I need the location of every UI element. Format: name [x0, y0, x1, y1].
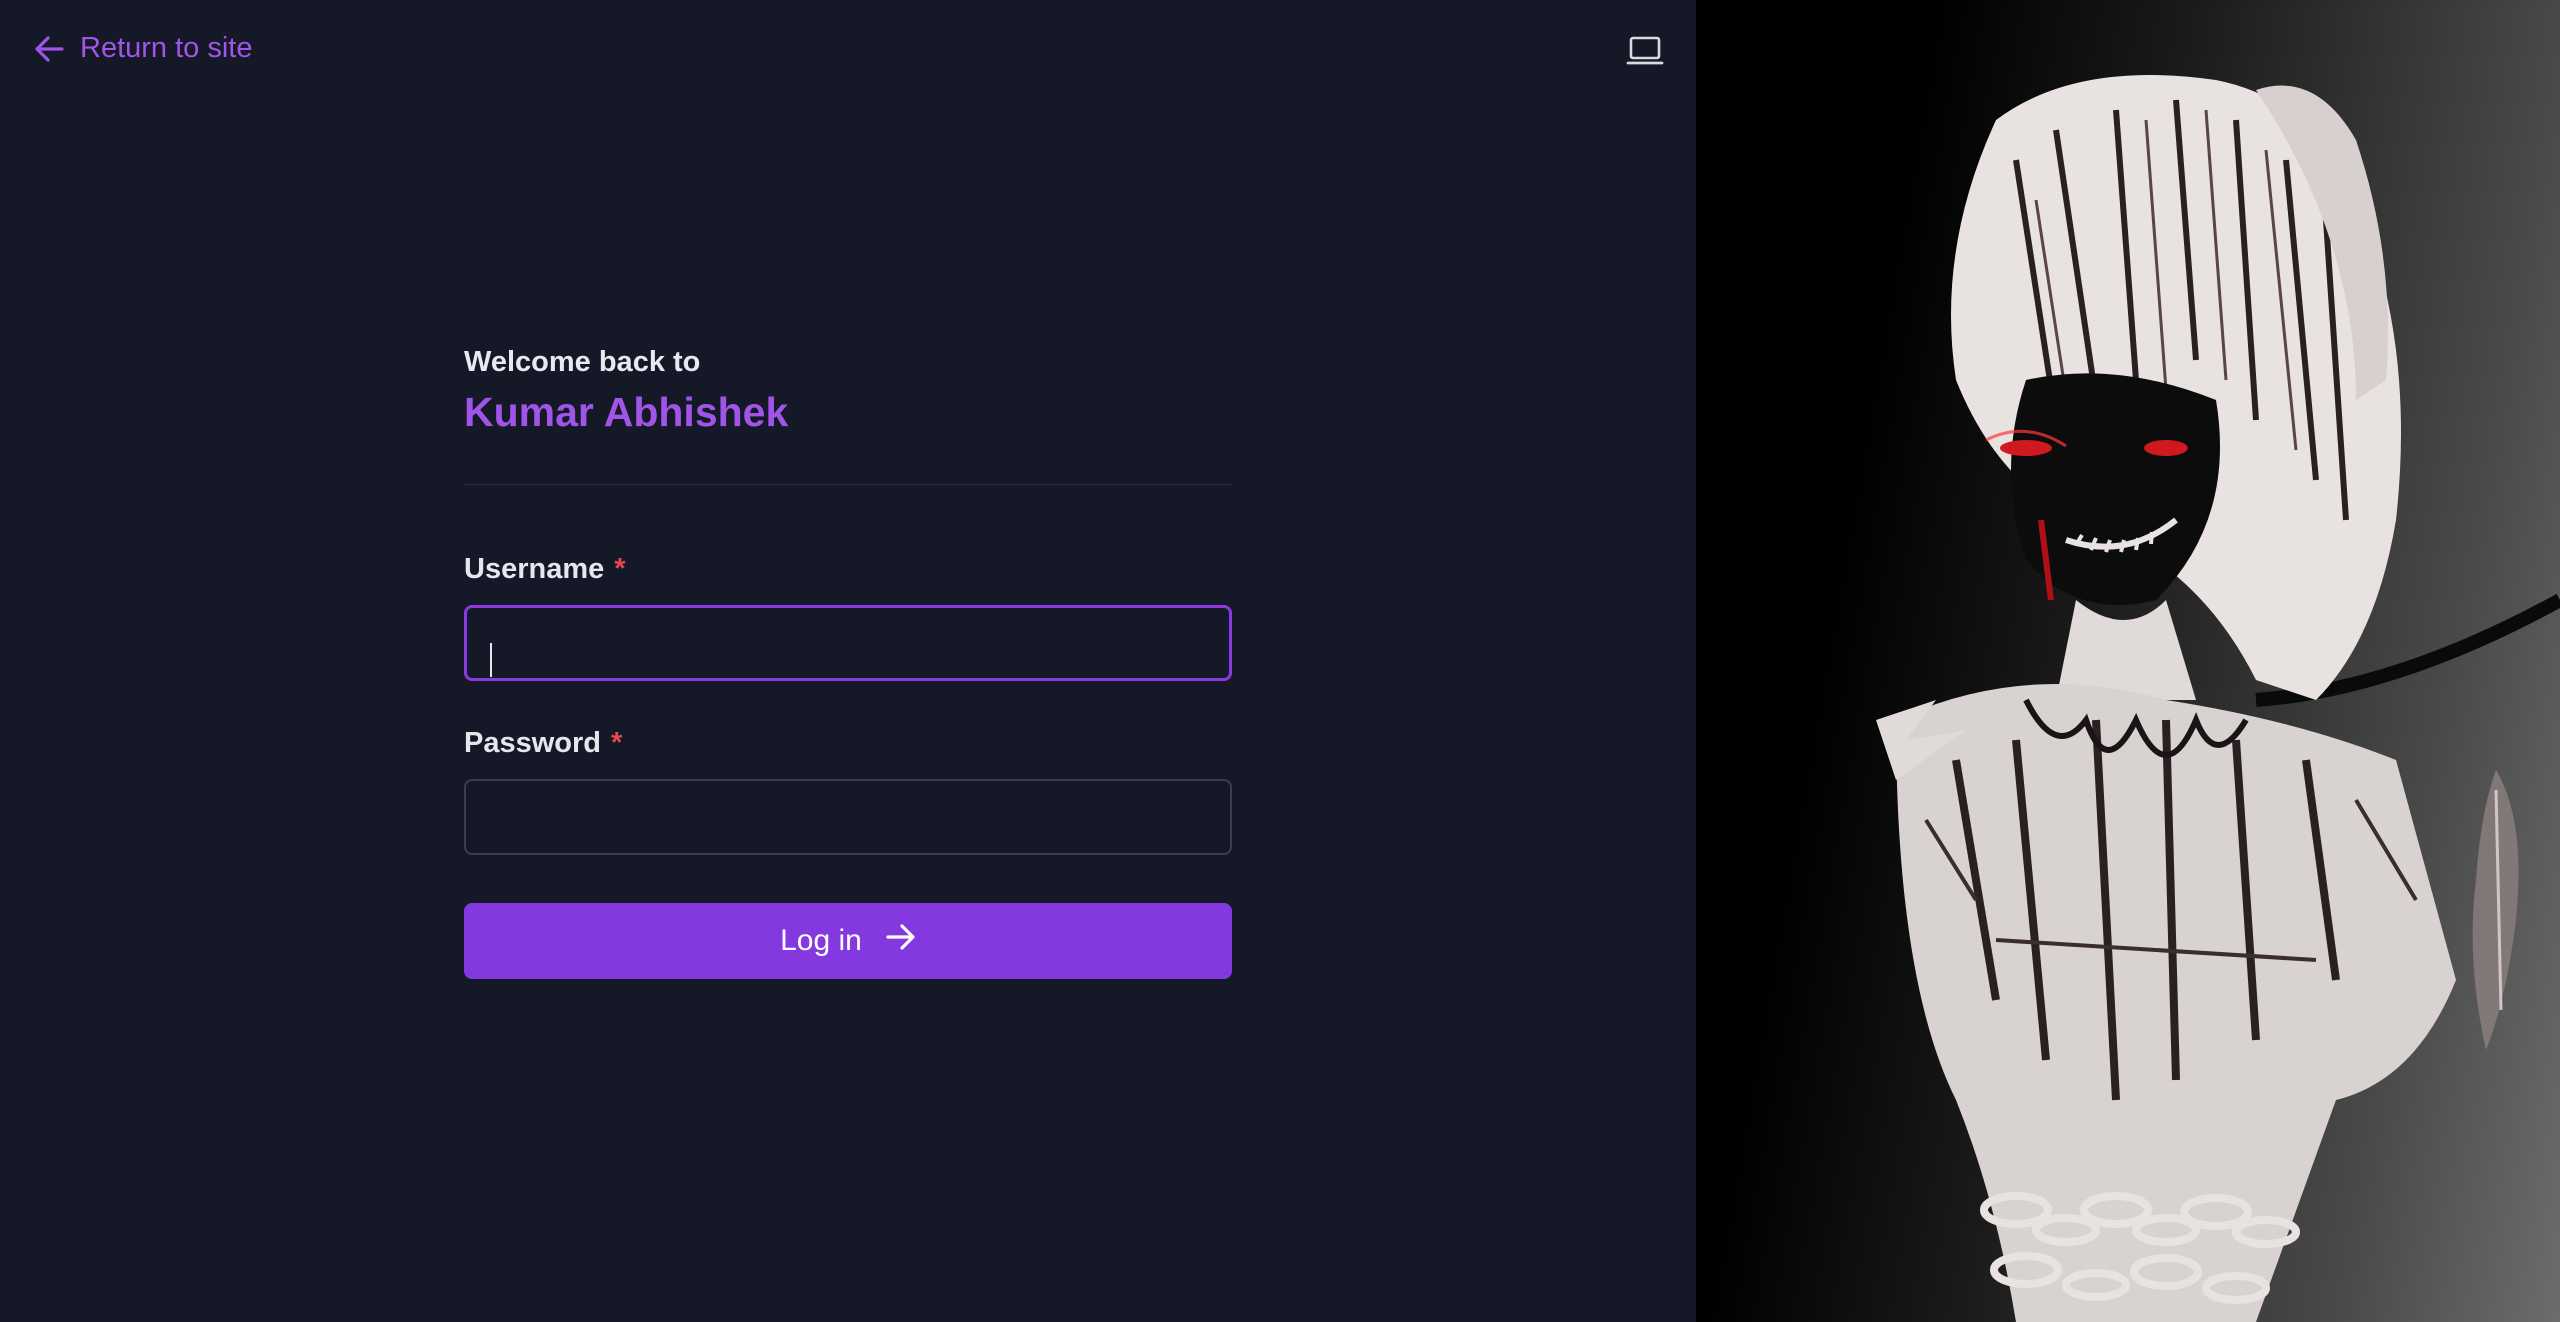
divider [464, 484, 1232, 485]
login-page: Return to site Welcome back to Kumar Abh… [0, 0, 2560, 1322]
username-label: Username * [464, 549, 1232, 589]
login-button[interactable]: Log in [464, 903, 1232, 979]
password-label-text: Password [464, 727, 601, 759]
username-input[interactable] [464, 605, 1232, 681]
site-name: Kumar Abhishek [464, 389, 789, 435]
anime-character-artwork [1876, 75, 2560, 1322]
laptop-icon [1626, 36, 1664, 72]
required-mark: * [614, 553, 626, 585]
return-to-site-link[interactable]: Return to site [34, 32, 252, 65]
side-artwork [1696, 0, 2560, 1322]
text-caret [490, 643, 492, 677]
theme-toggle-button[interactable] [1626, 34, 1664, 68]
return-to-site-label: Return to site [80, 32, 253, 64]
password-label: Password * [464, 723, 1232, 763]
welcome-text: Welcome back to [464, 346, 701, 378]
username-field-wrap [464, 605, 1232, 681]
password-input[interactable] [464, 779, 1232, 855]
login-form: Welcome back to Kumar Abhishek Username … [464, 342, 1232, 979]
username-label-text: Username [464, 553, 605, 585]
login-pane: Return to site Welcome back to Kumar Abh… [0, 0, 1696, 1322]
required-mark: * [611, 727, 623, 759]
arrow-left-icon [34, 35, 64, 63]
login-button-label: Log in [780, 924, 862, 957]
arrow-right-icon [886, 923, 916, 959]
